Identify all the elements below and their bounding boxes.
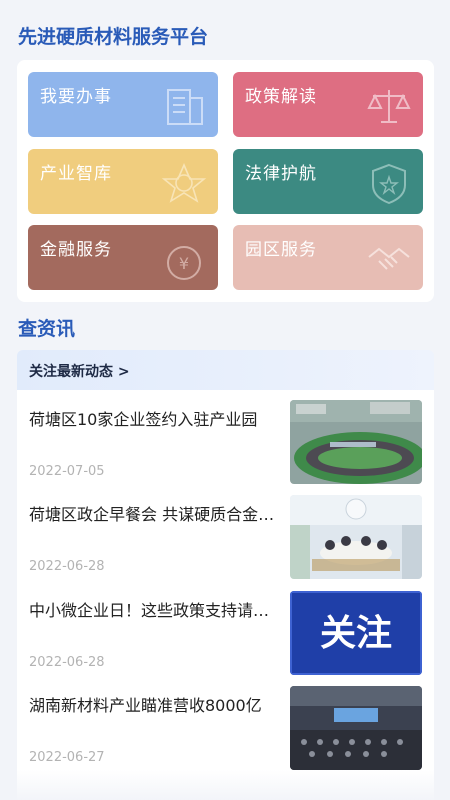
news-item[interactable]: 中小微企业日！这些政策支持请收好 2022-06-28 关注 [17,581,434,675]
news-date: 2022-06-28 [29,559,105,574]
news-thumbnail-industrial-park [290,400,422,484]
services-grid: 我要办事 政策解读 产业智库 法律护航 金融服务 ¥ 园区服务 [17,60,434,302]
bottom-fade [0,770,450,800]
service-label: 法律护航 [245,164,317,184]
service-label: 产业智库 [40,164,112,184]
news-title: 湖南新材料产业瞄准营收8000亿 [29,696,262,715]
service-tile-policy[interactable]: 政策解读 [233,72,423,137]
service-label: 金融服务 [40,240,112,260]
news-thumbnail-meeting [290,495,422,579]
service-tile-finance[interactable]: 金融服务 ¥ [28,225,218,290]
news-list: 荷塘区10家企业签约入驻产业园 2022-07-05 荷塘区政企早餐会 共谋硬质… [17,390,434,800]
banner-text: 关注 [320,613,392,654]
news-thumbnail-attention-banner: 关注 [290,591,422,675]
news-tab-label: 关注最新动态 > [29,364,130,380]
news-title: 中小微企业日！这些政策支持请收好 [29,601,279,620]
service-label: 我要办事 [40,87,112,107]
service-label: 政策解读 [245,87,317,107]
service-tile-park[interactable]: 园区服务 [233,225,423,290]
news-item[interactable]: 湖南新材料产业瞄准营收8000亿 2022-06-27 [17,676,434,770]
news-date: 2022-06-28 [29,655,105,670]
service-label: 园区服务 [245,240,317,260]
building-document-icon [167,89,203,125]
network-star-icon [161,162,207,203]
service-tile-thinktank[interactable]: 产业智库 [28,149,218,214]
news-tab-header[interactable]: 关注最新动态 > [17,350,434,390]
svg-text:¥: ¥ [179,254,189,273]
service-tile-affairs[interactable]: 我要办事 [28,72,218,137]
news-section-title: 查资讯 [18,318,76,340]
platform-title: 先进硬质材料服务平台 [18,26,209,48]
shield-star-icon [372,163,406,205]
news-date: 2022-06-27 [29,750,105,765]
news-item[interactable]: 荷塘区10家企业签约入驻产业园 2022-07-05 [17,390,434,484]
news-item[interactable]: 荷塘区政企早餐会 共谋硬质合金产业发展 2022-06-28 [17,485,434,579]
handshake-icon [368,247,410,270]
news-title: 荷塘区政企早餐会 共谋硬质合金产业发展 [29,505,279,524]
news-date: 2022-07-05 [29,464,105,479]
service-tile-legal[interactable]: 法律护航 [233,149,423,214]
news-title: 荷塘区10家企业签约入驻产业园 [29,410,258,429]
scales-icon [367,90,411,123]
news-thumbnail-conference-hall [290,686,422,770]
money-bag-icon: ¥ [167,246,201,280]
